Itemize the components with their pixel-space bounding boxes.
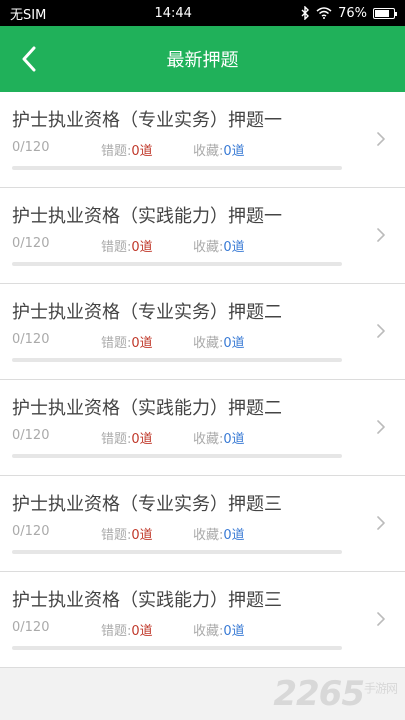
progress-bar bbox=[12, 166, 342, 170]
progress-count: 0/120 bbox=[12, 524, 50, 539]
status-icons: 76% bbox=[300, 5, 397, 21]
favorite-label: 收藏: bbox=[193, 144, 224, 159]
status-bar: 无SIM 14:44 76% bbox=[0, 0, 405, 26]
wrong-label: 错题: bbox=[101, 336, 132, 351]
wrong-label: 错题: bbox=[101, 144, 132, 159]
wrong-value: 0道 bbox=[131, 240, 153, 255]
favorite-value: 0道 bbox=[223, 144, 245, 159]
favorite-value: 0道 bbox=[223, 336, 245, 351]
wifi-icon bbox=[316, 7, 332, 19]
battery-icon bbox=[373, 7, 397, 19]
wrong-count: 错题:0道 bbox=[101, 524, 153, 543]
chevron-right-icon bbox=[377, 420, 385, 434]
favorite-label: 收藏: bbox=[193, 528, 224, 543]
wrong-count: 错题:0道 bbox=[101, 140, 153, 159]
favorite-label: 收藏: bbox=[193, 432, 224, 447]
watermark-site: 手游网 bbox=[363, 681, 398, 696]
wrong-value: 0道 bbox=[131, 528, 153, 543]
progress-bar bbox=[12, 454, 342, 458]
favorite-count: 收藏:0道 bbox=[193, 332, 245, 351]
exam-title: 护士执业资格（实践能力）押题二 bbox=[12, 398, 282, 419]
progress-count: 0/120 bbox=[12, 140, 50, 155]
favorite-value: 0道 bbox=[223, 528, 245, 543]
watermark-brand: 2265 bbox=[273, 674, 365, 714]
wrong-count: 错题:0道 bbox=[101, 620, 153, 639]
wrong-label: 错题: bbox=[101, 528, 132, 543]
progress-count: 0/120 bbox=[12, 332, 50, 347]
progress-count: 0/120 bbox=[12, 236, 50, 251]
chevron-right-icon bbox=[377, 324, 385, 338]
favorite-value: 0道 bbox=[223, 432, 245, 447]
progress-count: 0/120 bbox=[12, 428, 50, 443]
battery-text: 76% bbox=[338, 5, 367, 21]
exam-title: 护士执业资格（实践能力）押题一 bbox=[12, 206, 282, 227]
favorite-count: 收藏:0道 bbox=[193, 236, 245, 255]
wrong-label: 错题: bbox=[101, 432, 132, 447]
wrong-value: 0道 bbox=[131, 432, 153, 447]
favorite-count: 收藏:0道 bbox=[193, 140, 245, 159]
progress-bar bbox=[12, 358, 342, 362]
battery-fill bbox=[375, 9, 389, 17]
exam-title: 护士执业资格（实践能力）押题三 bbox=[12, 590, 282, 611]
favorite-value: 0道 bbox=[223, 624, 245, 639]
progress-bar bbox=[12, 262, 342, 266]
favorite-count: 收藏:0道 bbox=[193, 524, 245, 543]
progress-bar bbox=[12, 550, 342, 554]
bluetooth-icon bbox=[301, 6, 310, 20]
chevron-right-icon bbox=[377, 516, 385, 530]
wrong-value: 0道 bbox=[131, 336, 153, 351]
favorite-label: 收藏: bbox=[193, 336, 224, 351]
back-arrow-icon bbox=[22, 46, 36, 72]
wrong-value: 0道 bbox=[131, 624, 153, 639]
exam-list-item[interactable]: 护士执业资格（专业实务）押题三 0/120 错题:0道 收藏:0道 bbox=[0, 476, 405, 572]
exam-list-item[interactable]: 护士执业资格（实践能力）押题二 0/120 错题:0道 收藏:0道 bbox=[0, 380, 405, 476]
exam-title: 护士执业资格（专业实务）押题一 bbox=[12, 110, 282, 131]
exam-title: 护士执业资格（专业实务）押题三 bbox=[12, 494, 282, 515]
exam-list-item[interactable]: 护士执业资格（专业实务）押题二 0/120 错题:0道 收藏:0道 bbox=[0, 284, 405, 380]
wrong-label: 错题: bbox=[101, 240, 132, 255]
wrong-count: 错题:0道 bbox=[101, 428, 153, 447]
carrier-text: 无SIM bbox=[10, 7, 47, 23]
favorite-label: 收藏: bbox=[193, 624, 224, 639]
exam-list-item[interactable]: 护士执业资格（专业实务）押题一 0/120 错题:0道 收藏:0道 bbox=[0, 92, 405, 188]
clock-text: 14:44 bbox=[154, 5, 192, 21]
favorite-label: 收藏: bbox=[193, 240, 224, 255]
exam-list-item[interactable]: 护士执业资格（实践能力）押题一 0/120 错题:0道 收藏:0道 bbox=[0, 188, 405, 284]
exam-list-item[interactable]: 护士执业资格（实践能力）押题三 0/120 错题:0道 收藏:0道 bbox=[0, 572, 405, 668]
wrong-count: 错题:0道 bbox=[101, 236, 153, 255]
favorite-value: 0道 bbox=[223, 240, 245, 255]
favorite-count: 收藏:0道 bbox=[193, 428, 245, 447]
exam-title: 护士执业资格（专业实务）押题二 bbox=[12, 302, 282, 323]
back-button[interactable] bbox=[14, 39, 44, 79]
favorite-count: 收藏:0道 bbox=[193, 620, 245, 639]
progress-bar bbox=[12, 646, 342, 650]
wrong-count: 错题:0道 bbox=[101, 332, 153, 351]
chevron-right-icon bbox=[377, 132, 385, 146]
progress-count: 0/120 bbox=[12, 620, 50, 635]
exam-list: 护士执业资格（专业实务）押题一 0/120 错题:0道 收藏:0道 护士执业资格… bbox=[0, 92, 405, 668]
app-header: 最新押题 bbox=[0, 26, 405, 92]
wrong-label: 错题: bbox=[101, 624, 132, 639]
watermark: 2265手游网 bbox=[273, 674, 398, 714]
wrong-value: 0道 bbox=[131, 144, 153, 159]
chevron-right-icon bbox=[377, 612, 385, 626]
page-title: 最新押题 bbox=[166, 50, 239, 71]
chevron-right-icon bbox=[377, 228, 385, 242]
